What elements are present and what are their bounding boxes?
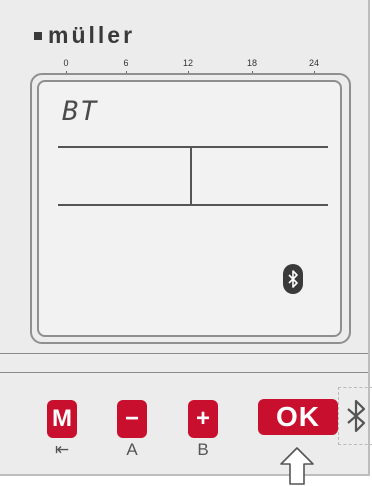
- minus-button[interactable]: −: [117, 400, 147, 438]
- ok-button[interactable]: OK: [258, 399, 338, 435]
- panel-separator: [0, 372, 368, 373]
- bluetooth-key-area: [338, 387, 372, 445]
- mode-button-label: M: [52, 405, 72, 432]
- minus-button-sublabel: A: [126, 440, 138, 459]
- plus-button-label: +: [195, 405, 210, 432]
- ok-button-label: OK: [276, 401, 320, 432]
- brand-logo: müller: [34, 22, 135, 49]
- scale-label-6: 6: [123, 58, 129, 68]
- panel-separator: [0, 353, 368, 354]
- scale-label-12: 12: [182, 58, 194, 68]
- back-to-start-label: ⇤: [54, 440, 70, 459]
- brand-name: müller: [48, 22, 136, 48]
- lcd-text: BT: [62, 96, 99, 127]
- brand-square: [34, 31, 42, 40]
- lcd-divider-top: [58, 146, 328, 148]
- scale-label-24: 24: [308, 58, 320, 68]
- bluetooth-icon: [347, 399, 366, 433]
- minus-button-label: −: [124, 405, 139, 432]
- plus-button[interactable]: +: [188, 400, 218, 438]
- scale-label-0: 0: [63, 58, 69, 68]
- scale-label-18: 18: [246, 58, 258, 68]
- lcd-divider-bottom: [58, 204, 328, 206]
- mode-button[interactable]: M: [47, 400, 77, 438]
- hand-pointer-icon: [280, 447, 314, 485]
- bluetooth-icon: [283, 264, 303, 294]
- plus-button-sublabel: B: [197, 440, 209, 459]
- lcd-divider-vertical: [190, 146, 192, 206]
